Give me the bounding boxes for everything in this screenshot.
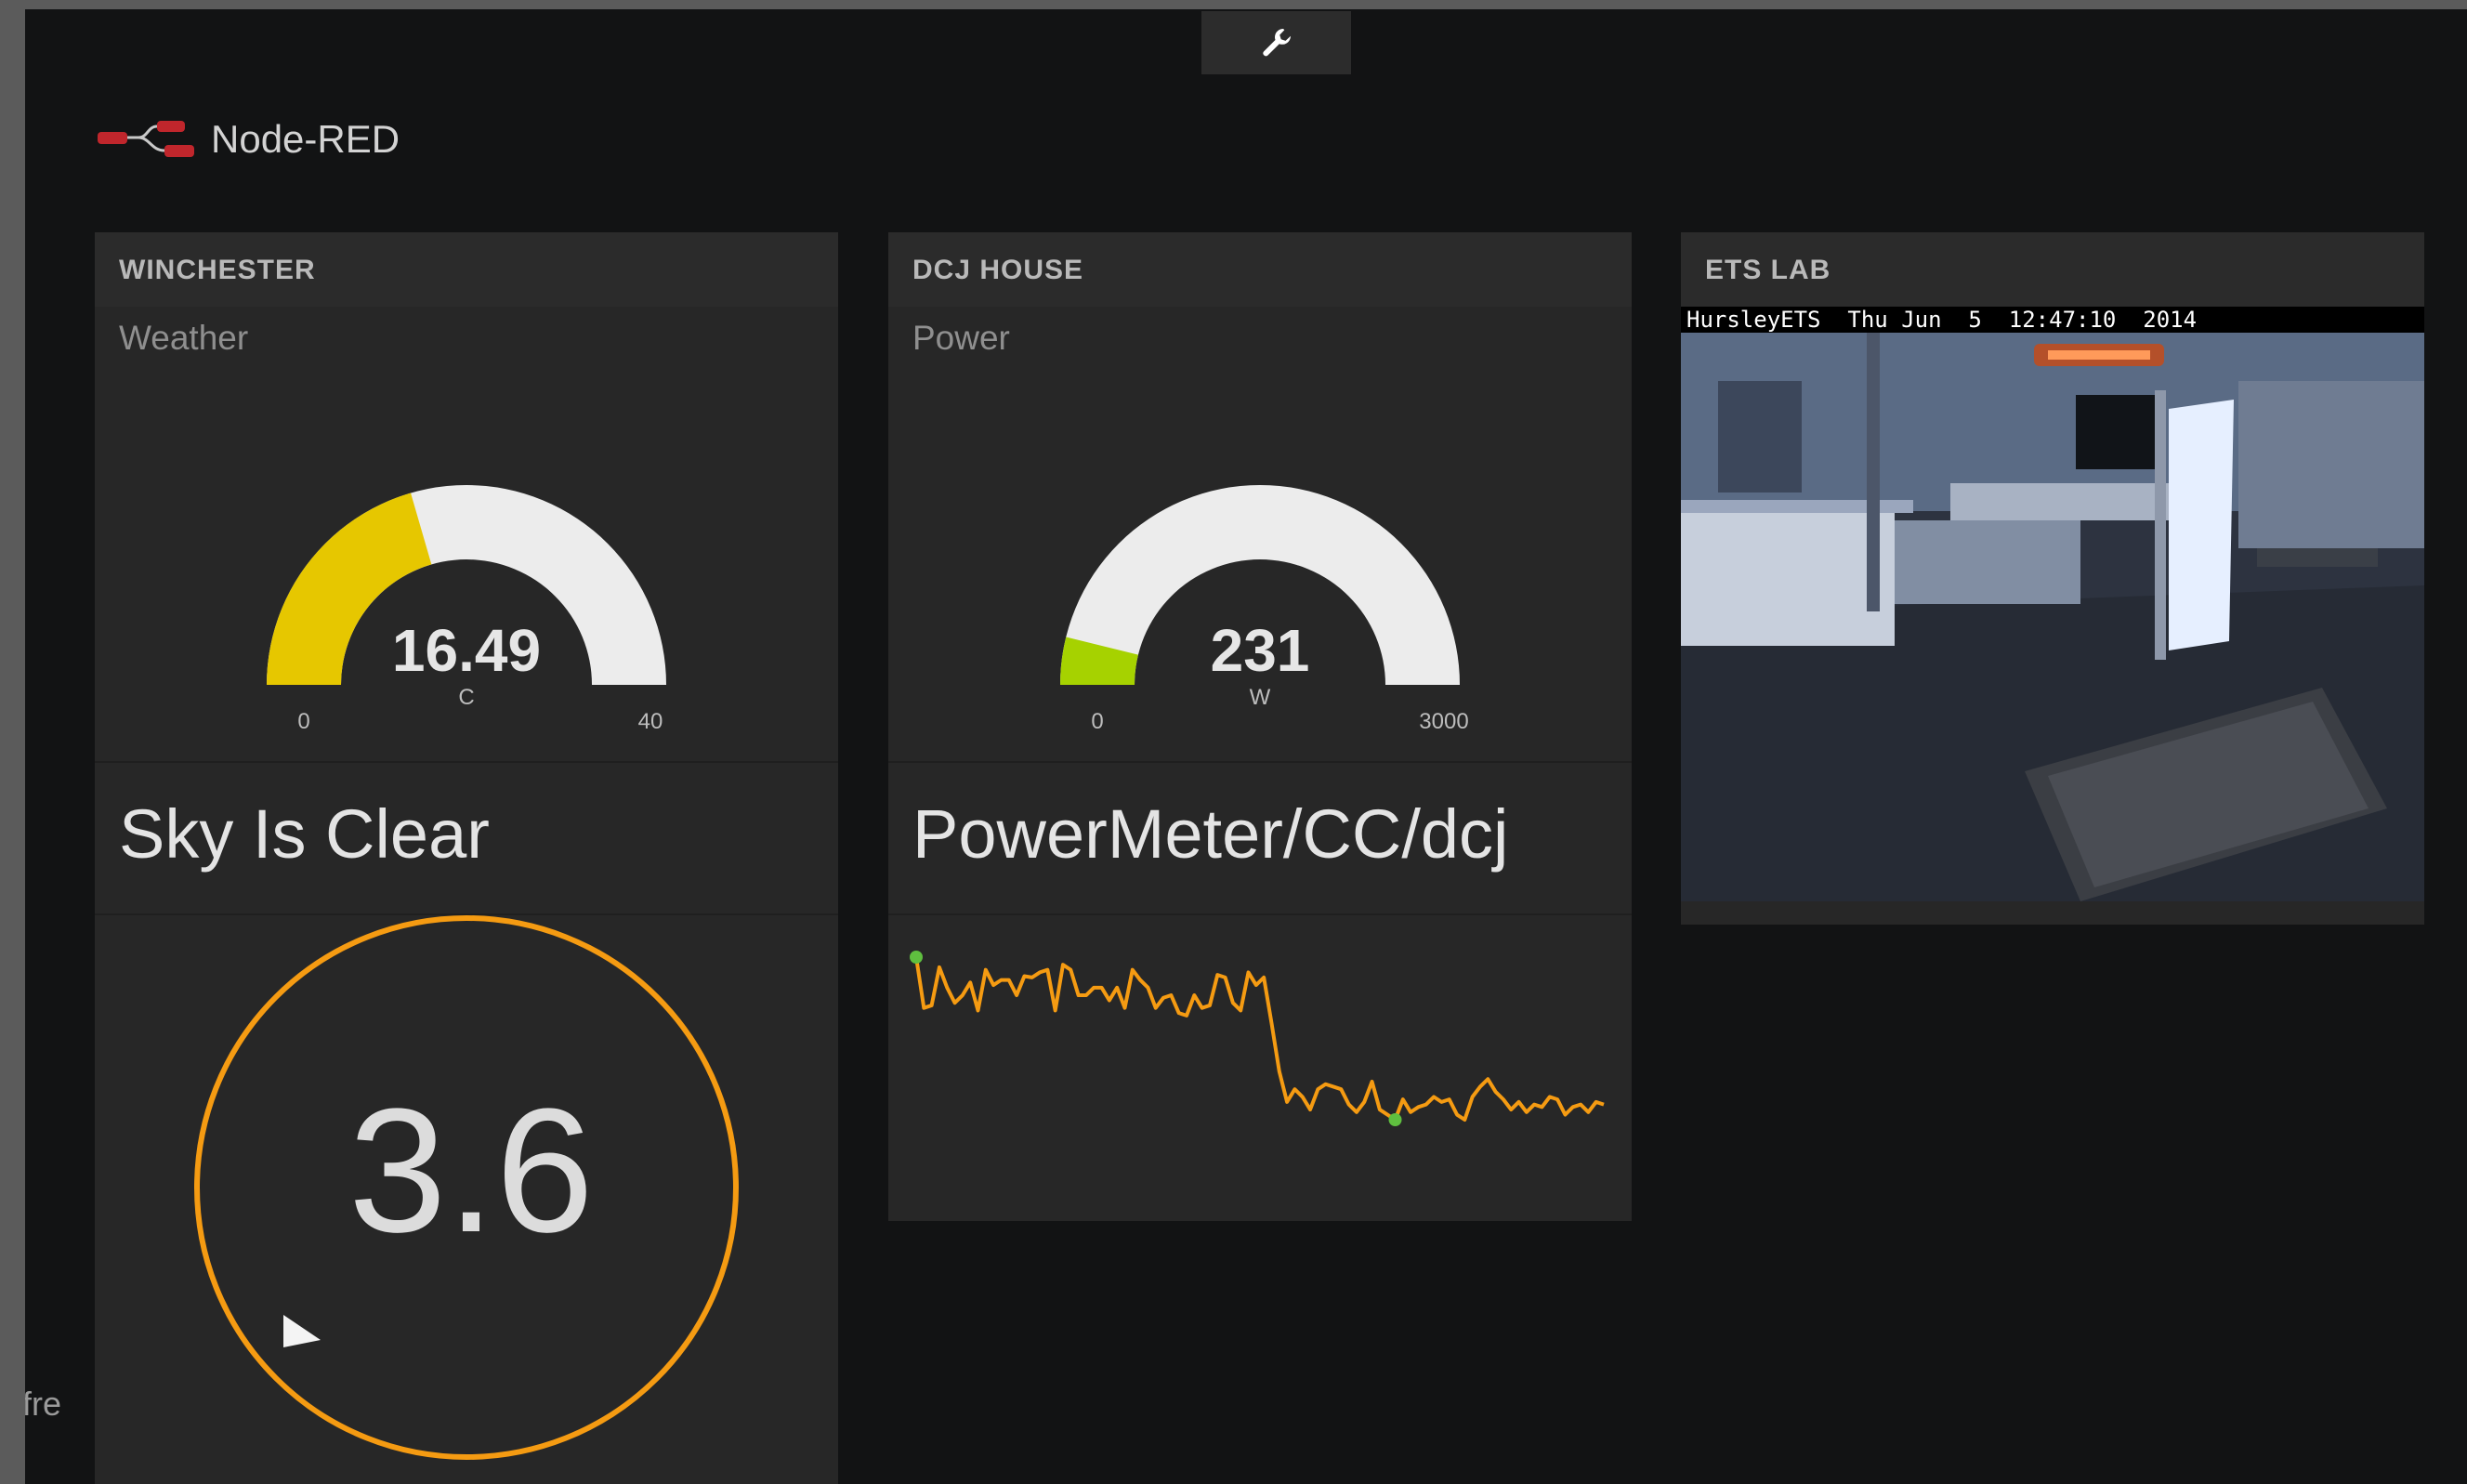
gauge-value: 231 [1211,617,1310,684]
gauge-min: 0 [297,709,309,734]
gauge-min: 0 [1091,709,1103,734]
divider [95,761,838,763]
weather-description: Sky Is Clear [119,795,490,873]
temperature-gauge: 16.49 C 0 40 [267,485,666,734]
dashboard-app: Node-RED WINCHESTER Weather 16.49 C 0 40… [25,9,2467,1484]
app-brand[interactable]: Node-RED [96,107,400,172]
group-winchester: WINCHESTER Weather 16.49 C 0 40 Sky Is C… [95,232,838,1484]
camera-timestamp: HursleyETS Thu Jun 5 12:47:10 2014 [1681,307,2424,333]
gauge-value: 16.49 [392,617,541,684]
gauge-units: W [1250,685,1271,710]
group-title: ETS LAB [1705,255,1831,285]
group-ets-lab: ETS LAB HursleyETS Thu Jun 5 12:47:10 20… [1681,232,2424,925]
power-sparkline [910,951,1605,1126]
power-source-topic: PowerMeter/CC/dcj [912,795,1509,873]
wrench-icon [1262,28,1291,57]
gauge-max: 3000 [1419,709,1468,734]
sparkline-min-marker [1388,1113,1402,1126]
tools-button[interactable] [1201,11,1351,74]
sparkline-line [914,956,1605,1122]
sparkline-start-marker [910,951,923,964]
lab-camera-scene [1681,307,2424,901]
wind-direction-pointer-icon [283,1315,321,1347]
gauge-max: 40 [638,709,663,734]
footer-text-fragment: fre [25,1385,62,1423]
node-red-logo-icon [98,121,194,157]
wind-dial: 3.6 [194,915,739,1460]
gauge-units: C [458,685,474,710]
power-gauge: 231 W 0 3000 [1060,485,1469,734]
camera-image: HursleyETS Thu Jun 5 12:47:10 2014 [1681,307,2424,901]
dial-value: 3.6 [348,1072,594,1269]
group-dcj-house: DCJ HOUSE Power 231 W 0 3000 PowerMeter/… [888,232,1632,1221]
divider [888,761,1632,763]
app-title: Node-RED [211,117,400,161]
